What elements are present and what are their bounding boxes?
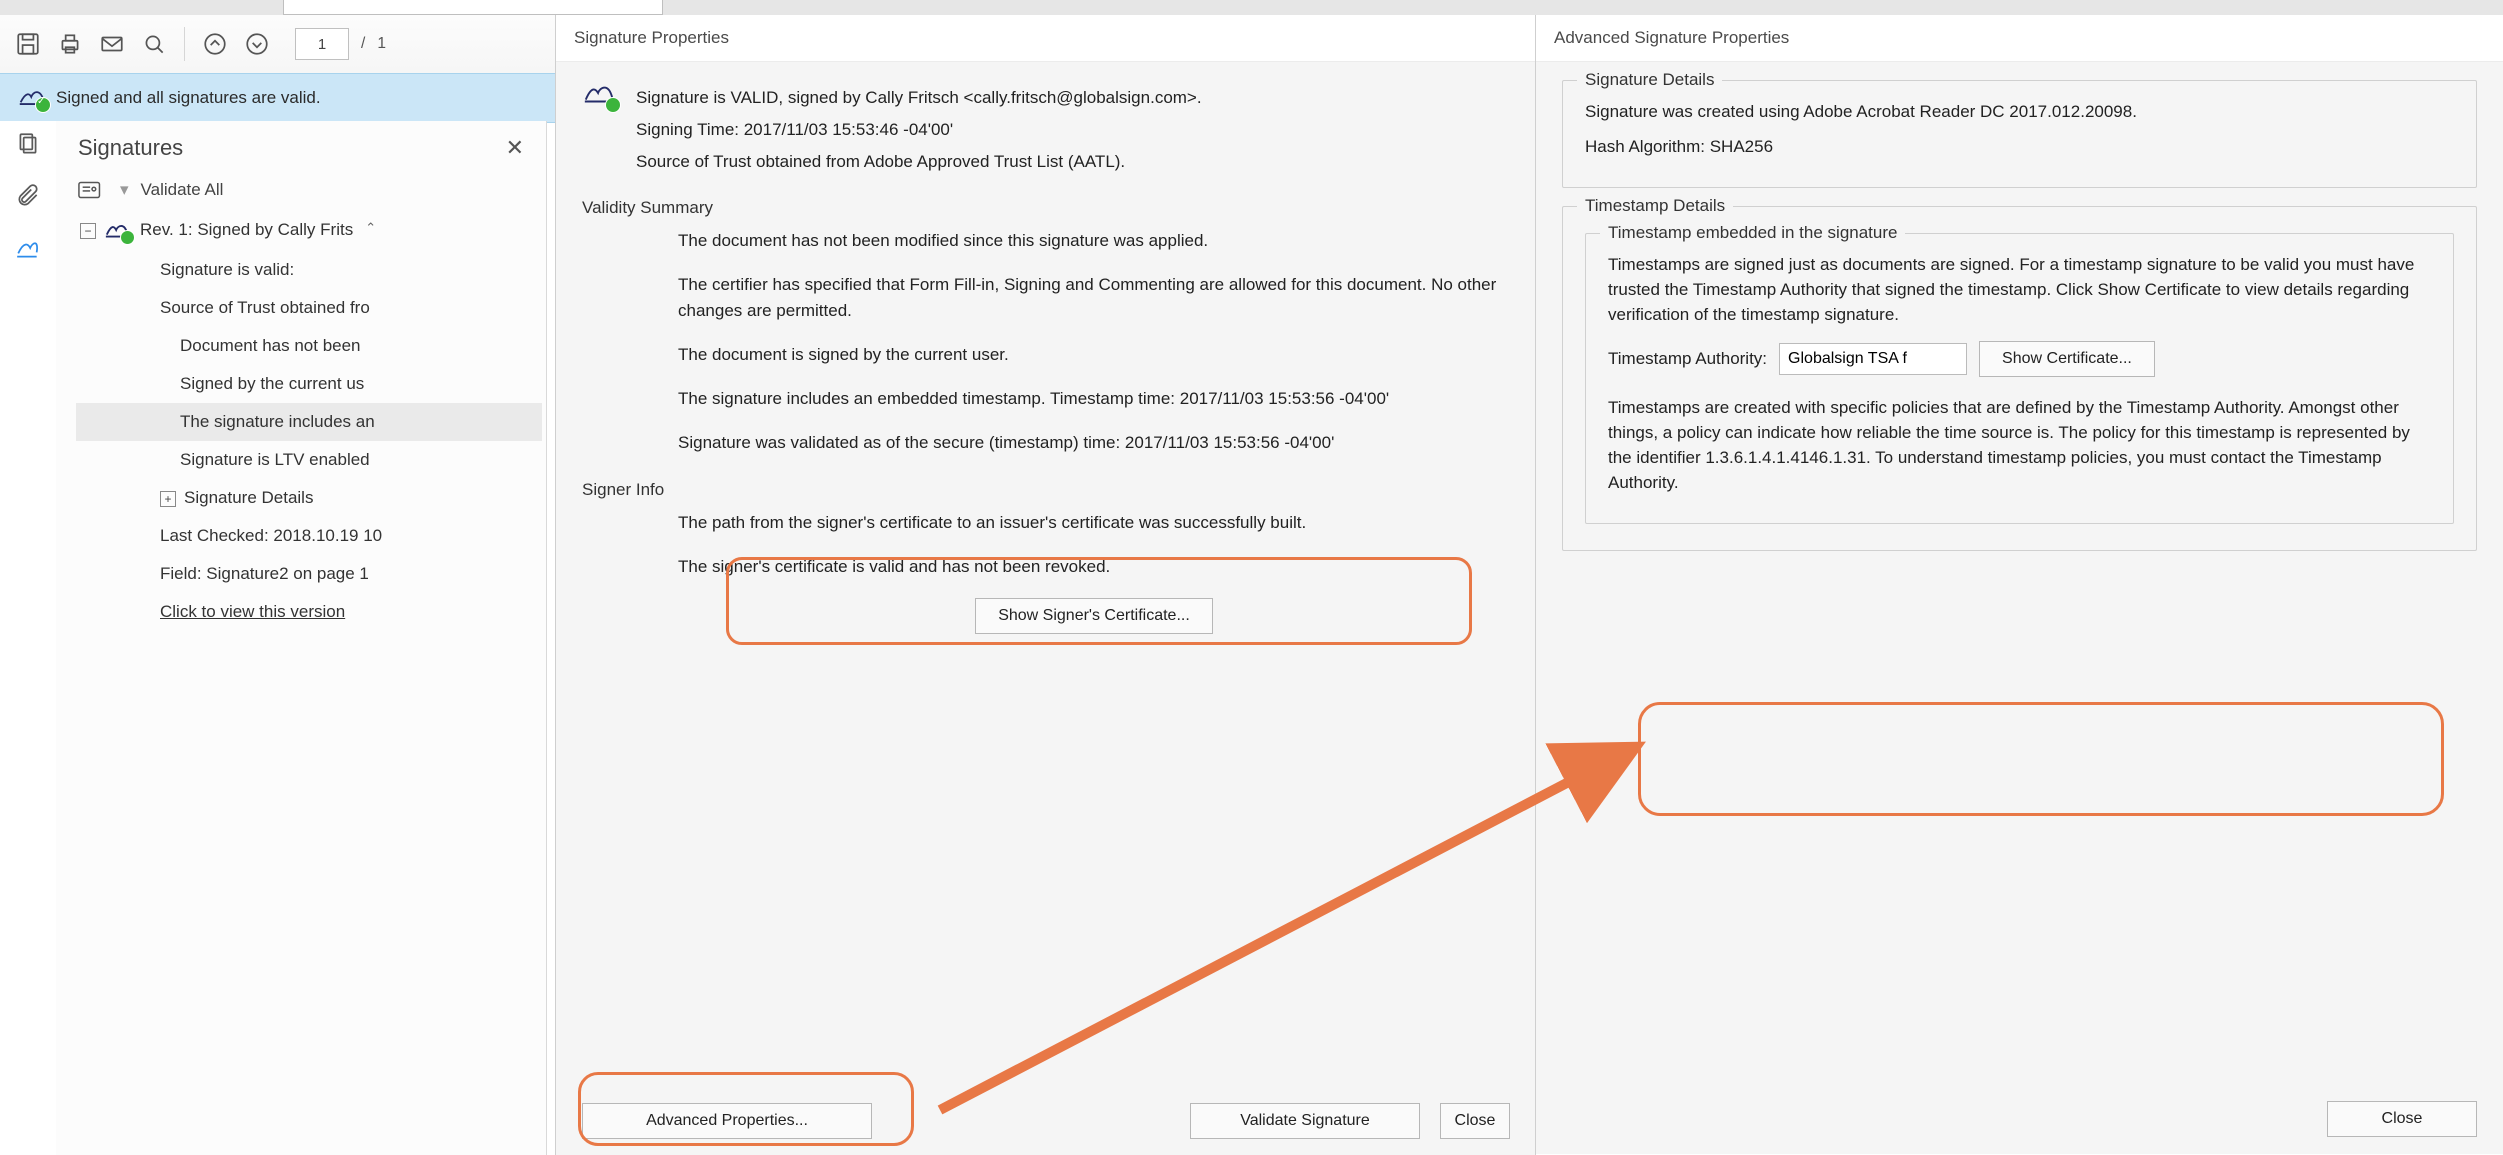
- signer-line: The path from the signer's certificate t…: [678, 510, 1510, 536]
- sig-details-line: Signature was created using Adobe Acroba…: [1585, 99, 2454, 124]
- validity-line: The document is signed by the current us…: [678, 342, 1510, 368]
- search-icon[interactable]: [136, 26, 172, 62]
- mail-icon[interactable]: [94, 26, 130, 62]
- attachments-panel-icon[interactable]: [13, 181, 43, 211]
- tree-rev-label: Rev. 1: Signed by Cally Frits: [140, 220, 353, 240]
- timestamp-authority-field[interactable]: [1779, 343, 1967, 375]
- close-button[interactable]: Close: [2327, 1101, 2477, 1137]
- signatures-panel: Signatures ✕ ▾ Validate All − Rev. 1: Si…: [56, 121, 547, 1155]
- validate-all-label: Validate All: [141, 180, 224, 200]
- advanced-properties-button[interactable]: Advanced Properties...: [582, 1103, 872, 1139]
- sig-time-line: Signing Time: 2017/11/03 15:53:46 -04'00…: [636, 116, 1202, 144]
- validity-line: The certifier has specified that Form Fi…: [678, 272, 1510, 324]
- validity-summary-label: Validity Summary: [582, 198, 1510, 218]
- tree-item[interactable]: Last Checked: 2018.10.19 10: [76, 517, 542, 555]
- panel-close-icon[interactable]: ✕: [506, 135, 524, 161]
- signature-valid-icon: [18, 86, 48, 110]
- signature-details-group: Signature Details Signature was created …: [1562, 80, 2477, 188]
- dialog-title: Signature Properties: [556, 15, 1536, 62]
- tree-item[interactable]: Document has not been: [76, 327, 542, 365]
- expand-icon[interactable]: +: [160, 491, 176, 507]
- sig-details-line: Hash Algorithm: SHA256: [1585, 134, 2454, 159]
- current-page-input[interactable]: [295, 28, 349, 60]
- validity-line: Signature was validated as of the secure…: [678, 430, 1510, 456]
- signer-line: The signer's certificate is valid and ha…: [678, 554, 1510, 580]
- timestamp-embedded-group: Timestamp embedded in the signature Time…: [1585, 233, 2454, 524]
- show-certificate-button[interactable]: Show Certificate...: [1979, 341, 2155, 377]
- signature-valid-icon: [104, 220, 132, 242]
- tree-item[interactable]: Source of Trust obtained fro: [76, 289, 542, 327]
- tree-view-version[interactable]: Click to view this version: [76, 593, 542, 631]
- timestamp-authority-label: Timestamp Authority:: [1608, 349, 1767, 369]
- group-legend: Signature Details: [1577, 70, 1722, 90]
- sig-valid-line: Signature is VALID, signed by Cally Frit…: [636, 84, 1202, 112]
- signature-tree: − Rev. 1: Signed by Cally Frits ⌃ Signat…: [56, 205, 546, 631]
- validity-line: The document has not been modified since…: [678, 228, 1510, 254]
- show-signers-certificate-button[interactable]: Show Signer's Certificate...: [975, 598, 1213, 634]
- sig-trust-line: Source of Trust obtained from Adobe Appr…: [636, 148, 1202, 176]
- banner-text: Signed and all signatures are valid.: [56, 88, 321, 108]
- tree-item[interactable]: Field: Signature2 on page 1: [76, 555, 542, 593]
- group-legend: Timestamp embedded in the signature: [1600, 223, 1905, 243]
- print-icon[interactable]: [52, 26, 88, 62]
- group-legend: Timestamp Details: [1577, 196, 1733, 216]
- tree-item[interactable]: Signature is LTV enabled: [76, 441, 542, 479]
- tree-rev-node[interactable]: − Rev. 1: Signed by Cally Frits ⌃: [76, 211, 542, 251]
- tree-item-selected[interactable]: The signature includes an: [76, 403, 542, 441]
- tab-strip: [0, 0, 2503, 15]
- left-rail: [0, 121, 57, 1155]
- tree-item[interactable]: Signature is valid:: [76, 251, 542, 289]
- page-up-icon[interactable]: [197, 26, 233, 62]
- timestamp-details-group: Timestamp Details Timestamp embedded in …: [1562, 206, 2477, 551]
- validate-all-row[interactable]: ▾ Validate All: [56, 161, 546, 205]
- panel-title: Signatures: [78, 135, 183, 161]
- dialog-signature-properties: Signature Properties Signature is VALID,…: [555, 15, 1536, 1155]
- tree-item[interactable]: Signed by the current us: [76, 365, 542, 403]
- validity-line: The signature includes an embedded times…: [678, 386, 1510, 412]
- dialog-title: Advanced Signature Properties: [1536, 15, 2503, 62]
- expand-icon[interactable]: −: [80, 223, 96, 239]
- signature-valid-icon: [582, 80, 618, 110]
- signatures-panel-icon[interactable]: [13, 233, 43, 263]
- close-button[interactable]: Close: [1440, 1103, 1510, 1139]
- page-down-icon[interactable]: [239, 26, 275, 62]
- pages-panel-icon[interactable]: [13, 129, 43, 159]
- signer-info-label: Signer Info: [582, 480, 1510, 500]
- page-sep: /: [361, 35, 365, 53]
- ts-para: Timestamps are created with specific pol…: [1608, 395, 2431, 495]
- save-icon[interactable]: [10, 26, 46, 62]
- validate-signature-button[interactable]: Validate Signature: [1190, 1103, 1420, 1139]
- total-pages: 1: [377, 35, 386, 53]
- collapse-caret-icon[interactable]: ⌃: [365, 220, 376, 236]
- ts-para: Timestamps are signed just as documents …: [1608, 252, 2431, 327]
- tree-details-node[interactable]: + Signature Details: [76, 479, 542, 517]
- dialog-advanced-signature-properties: Advanced Signature Properties Signature …: [1535, 15, 2503, 1155]
